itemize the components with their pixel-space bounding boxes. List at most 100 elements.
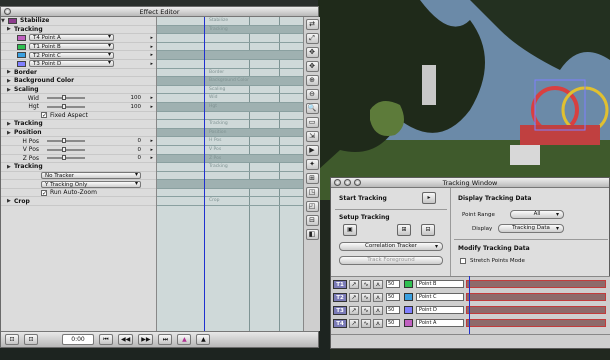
slider-knob[interactable]: [62, 103, 66, 109]
start-tracking-button[interactable]: ▸: [422, 192, 436, 204]
param-slider[interactable]: [47, 95, 85, 101]
param-row-section[interactable]: ▶ Background Color: [1, 77, 156, 86]
slider-knob[interactable]: [62, 138, 66, 144]
tracker-name[interactable]: T1: [333, 280, 347, 289]
timeline-track-row[interactable]: Border: [157, 69, 318, 78]
timeline-track-row[interactable]: [157, 180, 318, 189]
tracker-enable-icon[interactable]: ↗: [349, 306, 359, 315]
view-toggle-button-2[interactable]: ⊡: [24, 334, 38, 345]
effect-tool-button[interactable]: ◳: [305, 187, 319, 198]
slider-knob[interactable]: [62, 146, 66, 152]
param-value[interactable]: 0: [138, 138, 142, 144]
param-row-section[interactable]: ▶ Tracking: [1, 120, 156, 129]
stretch-points-checkbox[interactable]: [460, 258, 466, 264]
tracker-threshold-field[interactable]: 50: [386, 280, 400, 288]
tracker-enable-icon[interactable]: ↗: [349, 280, 359, 289]
tracker-row[interactable]: T4 ↗ ∿ ⋏ 50 Point A: [331, 319, 610, 329]
tracker-color-swatch[interactable]: [404, 319, 413, 327]
keyframe-arrow-icon[interactable]: ▸: [150, 95, 153, 101]
tracker-enable-icon[interactable]: ↗: [349, 293, 359, 302]
effect-tool-button[interactable]: ⊕: [305, 75, 319, 86]
keyframe-mode-button[interactable]: ▲: [196, 334, 211, 345]
tracker-offset-icon[interactable]: ⋏: [373, 306, 383, 315]
expand-triangle-icon[interactable]: ▶: [7, 26, 12, 32]
tracker-offset-icon[interactable]: ⋏: [373, 280, 383, 289]
timeline-track-row[interactable]: [157, 112, 318, 121]
effect-tool-button[interactable]: ▶: [305, 145, 319, 156]
tracker-point-dropdown[interactable]: T4 Point A: [29, 34, 114, 42]
tracker-offset-icon[interactable]: ⋏: [373, 319, 383, 328]
effect-tool-button[interactable]: ✥: [305, 47, 319, 58]
tracker-row[interactable]: T1 ↗ ∿ ⋏ 50 Point B: [331, 280, 610, 290]
tracker-name[interactable]: T2: [333, 293, 347, 302]
tracking-window-titlebar[interactable]: Tracking Window: [331, 178, 609, 188]
timeline-track-row[interactable]: [157, 189, 318, 198]
tracker-type-dropdown[interactable]: Correlation Tracker: [339, 242, 443, 251]
timeline-playhead[interactable]: [204, 17, 205, 331]
param-row-point[interactable]: T2 Point C ▸: [1, 51, 156, 60]
tracker-name[interactable]: T3: [333, 306, 347, 315]
tracker-color-swatch[interactable]: [404, 280, 413, 288]
tracker-row[interactable]: T3 ↗ ∿ ⋏ 50 Point D: [331, 306, 610, 316]
tracker-graph-icon[interactable]: ∿: [361, 319, 371, 328]
tracker-point-field[interactable]: Point A: [416, 319, 464, 327]
timeline-track-row[interactable]: Scaling: [157, 86, 318, 95]
collapse-triangle-icon[interactable]: ▼: [1, 18, 6, 24]
param-row-section[interactable]: ▶ Position: [1, 129, 156, 138]
timeline-track-row[interactable]: Crop: [157, 197, 318, 207]
param-row-section[interactable]: ▶ Scaling: [1, 86, 156, 95]
expand-triangle-icon[interactable]: ▶: [7, 164, 12, 170]
tracker-threshold-field[interactable]: 50: [386, 319, 400, 327]
tracker-graph-icon[interactable]: ∿: [361, 280, 371, 289]
effect-tool-button[interactable]: ✦: [305, 159, 319, 170]
minimize-window-button[interactable]: [344, 179, 351, 186]
tracker-data-track[interactable]: [466, 293, 606, 301]
param-row-point[interactable]: T3 Point D ▸: [1, 60, 156, 69]
keyframe-arrow-icon[interactable]: ▸: [150, 138, 153, 144]
effect-tool-button[interactable]: ✥: [305, 61, 319, 72]
tracker-point-field[interactable]: Point D: [416, 306, 464, 314]
tracker-data-track[interactable]: [466, 280, 606, 288]
effect-tool-button[interactable]: ⊞: [305, 173, 319, 184]
timeline-track-row[interactable]: [157, 172, 318, 181]
tracker-row[interactable]: T2 ↗ ∿ ⋏ 50 Point C: [331, 293, 610, 303]
param-row-slider[interactable]: Wid 100 ▸: [1, 94, 156, 103]
effect-editor-titlebar[interactable]: Effect Editor: [1, 7, 318, 17]
tracker-offset-icon[interactable]: ⋏: [373, 293, 383, 302]
effect-tool-button[interactable]: ⇄: [305, 19, 319, 30]
param-slider[interactable]: [47, 103, 85, 109]
effect-tool-button[interactable]: ◧: [305, 229, 319, 240]
tracker-data-track[interactable]: [466, 319, 606, 327]
remove-tracker-button[interactable]: ⊟: [421, 224, 435, 236]
keyframe-arrow-icon[interactable]: ▸: [150, 44, 153, 50]
zoom-window-button[interactable]: [354, 179, 361, 186]
slider-knob[interactable]: [62, 155, 66, 161]
param-row-section[interactable]: ▶ Crop: [1, 197, 156, 207]
param-row-header[interactable]: ▼ Stabilize: [1, 17, 156, 26]
slider-knob[interactable]: [62, 95, 66, 101]
tracker-graph-icon[interactable]: ∿: [361, 293, 371, 302]
param-row-dd[interactable]: No Tracker: [1, 171, 156, 181]
timeline-track-row[interactable]: Wid: [157, 94, 318, 103]
param-slider[interactable]: [47, 146, 85, 152]
add-keyframe-button[interactable]: ▲: [177, 334, 192, 345]
tracker-point-dropdown[interactable]: T1 Point B: [29, 43, 114, 51]
timeline-track-row[interactable]: Hgt: [157, 102, 318, 112]
param-row-check[interactable]: ✓ Fixed Aspect: [1, 112, 156, 121]
tracker-setup-icon[interactable]: ▣: [343, 224, 357, 236]
expand-triangle-icon[interactable]: ▶: [7, 69, 12, 75]
tracker-threshold-field[interactable]: 50: [386, 293, 400, 301]
tracker-color-swatch[interactable]: [404, 293, 413, 301]
timeline-track-row[interactable]: H Pos: [157, 137, 318, 146]
tracker-point-dropdown[interactable]: T3 Point D: [29, 60, 114, 68]
param-row-slider[interactable]: Z Pos 0 ▸: [1, 155, 156, 164]
param-row-point[interactable]: T4 Point A ▸: [1, 34, 156, 43]
timeline-track-row[interactable]: [157, 60, 318, 69]
tracker-name[interactable]: T4: [333, 319, 347, 328]
step-forward-button[interactable]: ▶▶: [138, 334, 154, 345]
keyframe-arrow-icon[interactable]: ▸: [150, 155, 153, 161]
timeline-track-row[interactable]: Tracking: [157, 163, 318, 172]
effect-tool-button[interactable]: ⇲: [305, 131, 319, 142]
param-slider[interactable]: [47, 155, 85, 161]
track-foreground-button[interactable]: Track Foreground: [339, 256, 443, 265]
